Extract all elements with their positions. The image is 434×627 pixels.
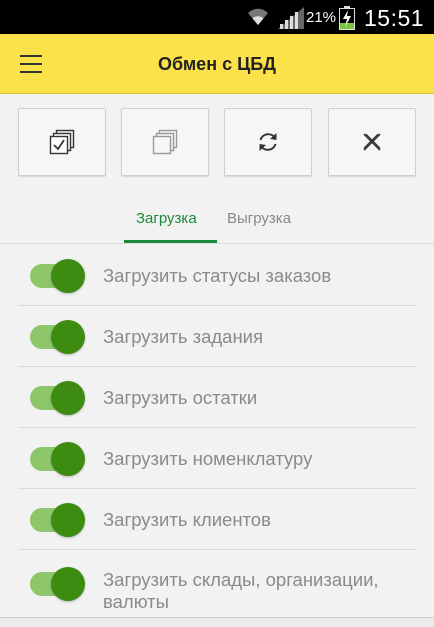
toggle-switch[interactable]	[30, 381, 85, 415]
toggle-switch[interactable]	[30, 442, 85, 476]
option-label: Загрузить статусы заказов	[103, 265, 332, 286]
page-title: Обмен с ЦБД	[157, 54, 276, 74]
option-label: Загрузить номенклатуру	[103, 448, 313, 469]
list-item: Загрузить клиентов	[0, 489, 434, 550]
list-item: Загрузить статусы заказов	[0, 245, 434, 306]
toolbar	[0, 94, 434, 194]
signal-icon	[278, 7, 304, 29]
tab-bar: Загрузка Выгрузка	[0, 194, 434, 244]
toggle-switch[interactable]	[30, 503, 85, 537]
refresh-icon	[259, 133, 277, 151]
copy-button[interactable]	[121, 108, 209, 176]
app-header: Обмен с ЦБД	[0, 34, 434, 94]
options-list: Загрузить статусы заказов Загрузить зада…	[0, 245, 434, 620]
battery-percent: 21%	[306, 9, 337, 26]
option-label: Загрузить остатки	[103, 387, 258, 408]
list-item: Загрузить склады, организации, валюты	[0, 550, 434, 620]
close-button[interactable]	[328, 108, 416, 176]
battery-charging-icon	[339, 6, 355, 30]
toggle-switch[interactable]	[30, 320, 85, 354]
option-label: Загрузить задания	[103, 326, 264, 347]
close-icon	[363, 133, 381, 151]
list-item: Загрузить номенклатуру	[0, 428, 434, 489]
toggle-switch[interactable]	[30, 567, 85, 601]
tab-download[interactable]: Выгрузка	[227, 210, 291, 227]
tab-upload[interactable]: Загрузка	[136, 210, 197, 227]
wifi-icon	[248, 8, 268, 25]
select-all-button[interactable]	[18, 108, 106, 176]
list-item: Загрузить остатки	[0, 367, 434, 428]
copy-icon	[152, 129, 178, 155]
sync-button[interactable]	[224, 108, 312, 176]
active-tab-indicator	[124, 240, 217, 243]
checked-copy-icon	[49, 129, 75, 155]
option-label: Загрузить клиентов	[103, 509, 271, 530]
option-label: Загрузить склады, организации, валюты	[103, 569, 379, 612]
toggle-switch[interactable]	[30, 259, 85, 293]
status-bar: 21% 15:51	[0, 0, 434, 34]
list-item: Загрузить задания	[0, 306, 434, 367]
footer-area	[0, 618, 434, 627]
clock: 15:51	[364, 5, 425, 31]
